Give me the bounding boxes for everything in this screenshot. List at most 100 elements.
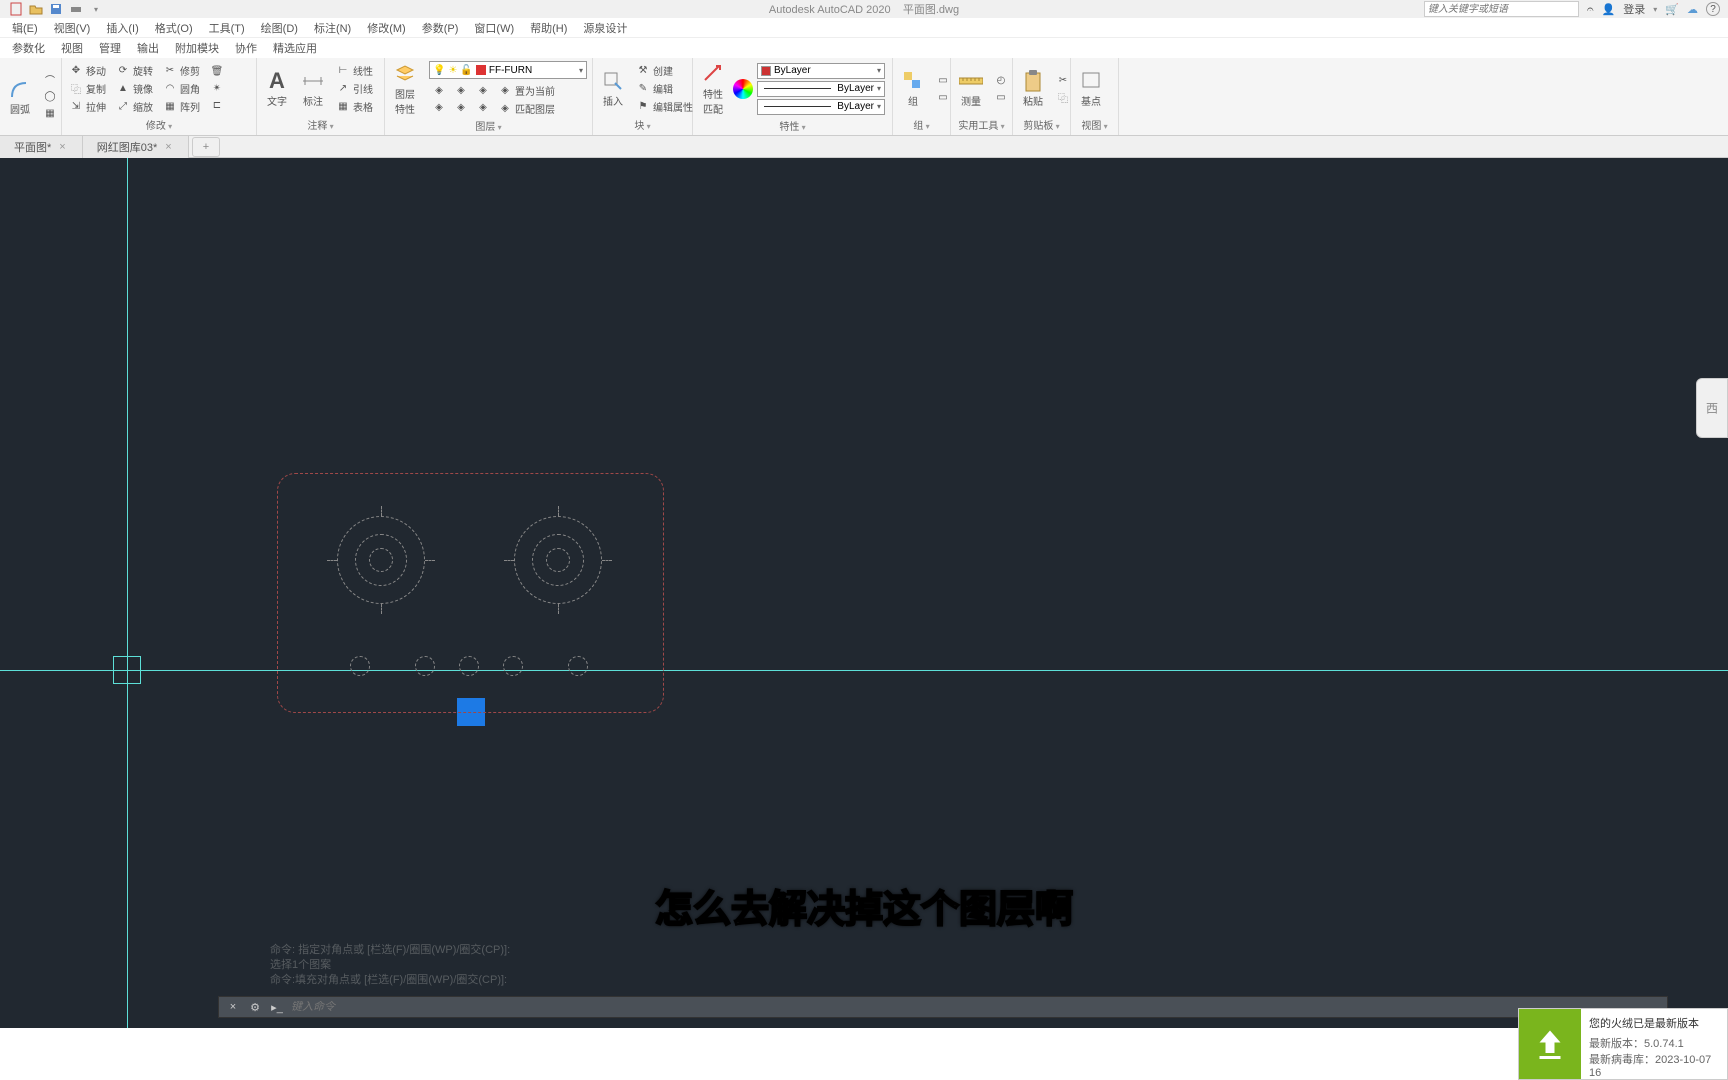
tab-view[interactable]: 视图 (53, 38, 91, 58)
edit-block-button[interactable]: ✎编辑 (633, 80, 696, 97)
create-block-button[interactable]: ⚒创建 (633, 62, 696, 79)
modify-btn-a[interactable]: 🗑 (207, 64, 227, 80)
modify-btn-b[interactable]: ✴ (207, 81, 227, 97)
panel-utilities-label[interactable]: 实用工具 (955, 117, 1008, 133)
group-btn-b[interactable]: ▭ (933, 89, 953, 105)
trim-button[interactable]: ✂修剪 (160, 62, 203, 79)
panel-groups-label[interactable]: 组 (897, 117, 946, 133)
layer-btn-6[interactable]: ◈ (473, 99, 493, 115)
layer-btn-1[interactable]: ◈ (429, 82, 449, 98)
leader-button[interactable]: ↗引线 (333, 80, 376, 97)
layer-properties-button[interactable]: 图层 特性 (389, 60, 421, 118)
layer-btn-3[interactable]: ◈ (451, 82, 471, 98)
close-tab-2-button[interactable]: × (163, 141, 173, 153)
login-button[interactable]: 登录 (1623, 1, 1645, 17)
menu-dimension[interactable]: 标注(N) (306, 20, 359, 36)
cut-button[interactable]: ✂ (1053, 72, 1073, 88)
fillet-button[interactable]: ◠圆角 (160, 80, 203, 97)
color-wheel-icon[interactable] (733, 79, 753, 99)
table-button[interactable]: ▦表格 (333, 98, 376, 115)
polyline-button[interactable]: ⌒ (40, 72, 60, 88)
modify-btn-c[interactable]: ⊏ (207, 98, 227, 114)
menu-view[interactable]: 视图(V) (46, 20, 99, 36)
text-button[interactable]: A 文字 (261, 67, 293, 110)
command-input[interactable] (291, 1001, 1661, 1013)
group-btn-a[interactable]: ▭ (933, 72, 953, 88)
qat-plot-icon[interactable] (68, 1, 84, 17)
menu-modify[interactable]: 修改(M) (359, 20, 414, 36)
drawing-canvas[interactable]: 西 怎么去解决掉这个图层啊 命令: 指定对角点或 [栏选(F)/圈围(WP)/圈… (0, 158, 1728, 1028)
insert-button[interactable]: 插入 (597, 67, 629, 110)
qat-open-icon[interactable] (28, 1, 44, 17)
scale-button[interactable]: ⤢缩放 (113, 98, 156, 115)
menu-help[interactable]: 帮助(H) (522, 20, 575, 36)
move-button[interactable]: ✥移动 (66, 62, 109, 79)
panel-block-label[interactable]: 块 (597, 117, 688, 133)
lineweight-bylayer-dropdown[interactable]: ByLayer▾ (757, 81, 885, 97)
layer-btn-4[interactable]: ◈ (451, 99, 471, 115)
copy-button[interactable]: ⿻复制 (66, 80, 109, 97)
panel-properties-label[interactable]: 特性 (697, 118, 888, 134)
update-notification[interactable]: 您的火绒已是最新版本 最新版本：5.0.74.1 最新病毒库：2023-10-0… (1518, 1008, 1728, 1080)
social-icon[interactable]: 𝄐 (1587, 2, 1594, 17)
dimension-button[interactable]: 标注 (297, 67, 329, 110)
file-tab-2[interactable]: 网红图库03* × (83, 136, 189, 158)
menu-parametric[interactable]: 参数(P) (414, 20, 467, 36)
rotate-button[interactable]: ⟳旋转 (113, 62, 156, 79)
edit-attr-button[interactable]: ⚑编辑属性 (633, 98, 696, 115)
panel-modify-label[interactable]: 修改 (66, 117, 252, 133)
panel-annotation-label[interactable]: 注释 (261, 117, 380, 133)
add-tab-button[interactable]: + (192, 137, 220, 157)
login-dropdown-icon[interactable]: ▾ (1653, 5, 1657, 14)
tab-collaborate[interactable]: 协作 (227, 38, 265, 58)
close-tab-1-button[interactable]: × (57, 141, 67, 153)
menu-draw[interactable]: 绘图(D) (253, 20, 306, 36)
measure-button[interactable]: 测量 (955, 67, 987, 110)
panel-layers-label[interactable]: 图层 (389, 118, 588, 134)
color-bylayer-dropdown[interactable]: ByLayer▾ (757, 63, 885, 79)
panel-view-label[interactable]: 视图 (1075, 117, 1114, 133)
panel-clipboard-label[interactable]: 剪贴板 (1017, 117, 1066, 133)
menu-plugin[interactable]: 源泉设计 (575, 20, 635, 36)
circle-button[interactable]: ◯ (40, 89, 60, 105)
copy-clip-button[interactable]: ⿻ (1053, 89, 1073, 105)
login-icon[interactable]: 👤 (1602, 3, 1616, 16)
base-button[interactable]: 基点 (1075, 67, 1107, 110)
tab-output[interactable]: 输出 (129, 38, 167, 58)
menu-insert[interactable]: 插入(I) (98, 20, 146, 36)
side-panel-toggle[interactable]: 西 (1696, 378, 1728, 438)
a360-icon[interactable]: ☁ (1687, 3, 1698, 16)
qat-new-icon[interactable] (8, 1, 24, 17)
group-button[interactable]: 组 (897, 67, 929, 110)
menu-tools[interactable]: 工具(T) (201, 20, 253, 36)
menu-window[interactable]: 窗口(W) (466, 20, 522, 36)
layer-btn-2[interactable]: ◈ (429, 99, 449, 115)
paste-button[interactable]: 粘贴 (1017, 67, 1049, 110)
set-current-button[interactable]: ◈置为当前 (495, 82, 558, 99)
file-tab-1[interactable]: 平面图* × (0, 136, 83, 158)
tab-parametric[interactable]: 参数化 (4, 38, 53, 58)
array-button[interactable]: ▦阵列 (160, 98, 203, 115)
tab-featured[interactable]: 精选应用 (265, 38, 325, 58)
menu-format[interactable]: 格式(O) (147, 20, 201, 36)
command-line[interactable]: × ⚙ ▸_ (218, 996, 1668, 1018)
menu-edit[interactable]: 辑(E) (4, 20, 46, 36)
hatch-button[interactable]: ▦ (40, 106, 60, 122)
qat-save-icon[interactable] (48, 1, 64, 17)
app-exchange-icon[interactable]: 🛒 (1665, 3, 1679, 16)
match-layer-button[interactable]: ◈匹配图层 (495, 100, 558, 117)
customize-command-button[interactable]: ⚙ (247, 999, 263, 1015)
linetype-bylayer-dropdown[interactable]: ByLayer▾ (757, 99, 885, 115)
match-properties-button[interactable]: 特性 匹配 (697, 60, 729, 118)
arc-button[interactable]: 圆弧 (4, 75, 36, 118)
search-input[interactable] (1424, 1, 1579, 17)
tab-manage[interactable]: 管理 (91, 38, 129, 58)
util-btn-a[interactable]: ◴ (991, 72, 1011, 88)
tab-addins[interactable]: 附加模块 (167, 38, 227, 58)
mirror-button[interactable]: ▲镜像 (113, 80, 156, 97)
layer-btn-5[interactable]: ◈ (473, 82, 493, 98)
help-icon[interactable]: ? (1706, 2, 1720, 16)
qat-dropdown-icon[interactable]: ▾ (88, 1, 104, 17)
linear-button[interactable]: ⊢线性 (333, 62, 376, 79)
layer-dropdown[interactable]: 💡 ☀ 🔓 FF-FURN ▾ (429, 61, 587, 79)
